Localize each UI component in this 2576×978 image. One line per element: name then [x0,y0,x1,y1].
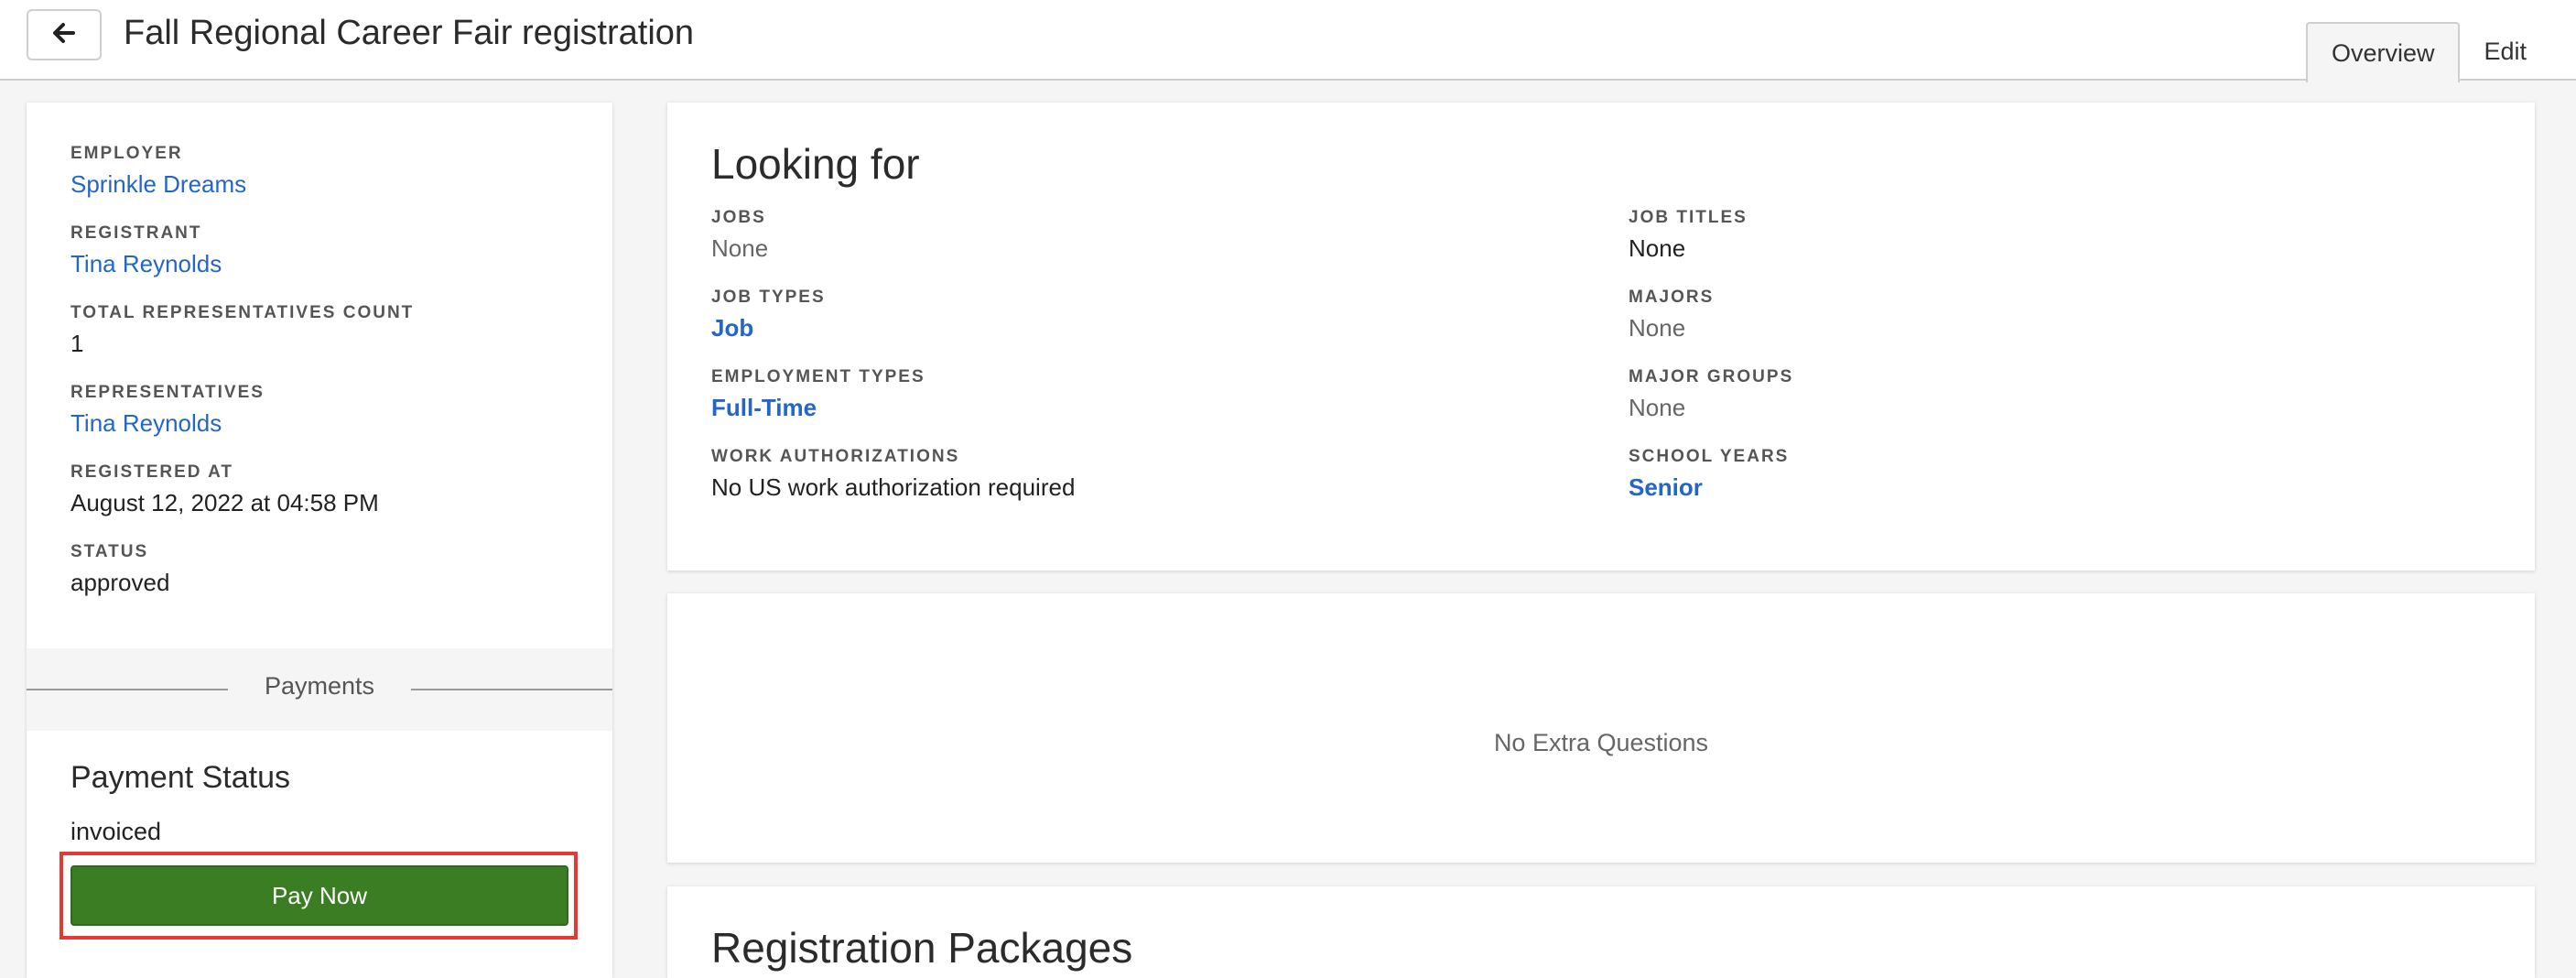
jobs-field: JOBS None [711,205,1535,285]
registrant-label: REGISTRANT [70,223,202,243]
jobs-label: JOBS [711,208,766,227]
registered-at-label: REGISTERED AT [70,462,234,482]
looking-for-card: Looking for JOBS None JOB TYPES Job EMPL… [667,103,2535,570]
job-titles-field: JOB TITLES None [1629,205,2452,285]
employer-label: EMPLOYER [70,144,183,163]
total-representatives-label: TOTAL REPRESENTATIVES COUNT [70,303,415,322]
status-label: STATUS [70,542,149,561]
major-groups-field: MAJOR GROUPS None [1629,364,2452,444]
registration-packages-card: Registration Packages [667,886,2535,978]
status-field: STATUS approved [70,539,583,619]
jobs-value: None [711,234,769,262]
majors-value: None [1629,314,1686,342]
job-titles-label: JOB TITLES [1629,208,1748,227]
representatives-label: REPRESENTATIVES [70,383,265,402]
work-authorizations-value: No US work authorization required [711,473,1076,501]
registration-packages-title: Registration Packages [711,924,1133,972]
looking-for-title: Looking for [711,140,920,188]
major-groups-value: None [1629,394,1686,421]
registered-at-field: REGISTERED AT August 12, 2022 at 04:58 P… [70,460,583,539]
employer-field: EMPLOYER Sprinkle Dreams [70,141,583,221]
major-groups-label: MAJOR GROUPS [1629,367,1794,386]
no-extra-questions-text: No Extra Questions [1493,729,1709,756]
job-types-field: JOB TYPES Job [711,285,1535,364]
tab-bar: Overview Edit [2305,0,2576,82]
employer-link[interactable]: Sprinkle Dreams [70,167,583,221]
registration-summary-card: EMPLOYER Sprinkle Dreams REGISTRANT Tina… [27,103,612,978]
pay-now-button[interactable]: Pay Now [70,865,568,926]
total-representatives-field: TOTAL REPRESENTATIVES COUNT 1 [70,300,583,380]
payments-divider-label: Payments [264,672,375,700]
job-types-label: JOB TYPES [711,288,826,307]
majors-field: MAJORS None [1629,285,2452,364]
back-button[interactable] [27,9,102,60]
payment-status-value: invoiced [70,818,162,845]
payments-divider: Payments [27,648,612,731]
arrow-left-icon [52,22,76,49]
registrant-link[interactable]: Tina Reynolds [70,246,583,300]
extra-questions-card: No Extra Questions [667,593,2535,863]
looking-for-right-column: JOB TITLES None MAJORS None MAJOR GROUPS… [1629,205,2452,524]
page-header: Fall Regional Career Fair registration O… [0,0,2576,82]
tab-edit[interactable]: Edit [2460,22,2550,81]
page-title: Fall Regional Career Fair registration [124,14,695,52]
job-titles-value: None [1629,234,1686,262]
total-representatives-value: 1 [70,330,84,357]
employment-types-field: EMPLOYMENT TYPES Full-Time [711,364,1535,444]
majors-label: MAJORS [1629,288,1715,307]
representative-link[interactable]: Tina Reynolds [70,406,583,460]
registered-at-value: August 12, 2022 at 04:58 PM [70,489,379,516]
school-years-field: SCHOOL YEARS Senior [1629,444,2452,524]
job-types-link[interactable]: Job [711,310,1535,364]
registrant-field: REGISTRANT Tina Reynolds [70,221,583,300]
registration-details: EMPLOYER Sprinkle Dreams REGISTRANT Tina… [70,141,583,619]
payment-status-title: Payment Status [70,760,291,795]
status-value: approved [70,569,170,596]
representatives-field: REPRESENTATIVES Tina Reynolds [70,380,583,460]
employment-types-label: EMPLOYMENT TYPES [711,367,925,386]
school-years-link[interactable]: Senior [1629,470,2452,524]
looking-for-left-column: JOBS None JOB TYPES Job EMPLOYMENT TYPES… [711,205,1535,524]
work-authorizations-label: WORK AUTHORIZATIONS [711,447,960,466]
school-years-label: SCHOOL YEARS [1629,447,1790,466]
tab-overview[interactable]: Overview [2305,22,2461,82]
employment-types-link[interactable]: Full-Time [711,390,1535,444]
work-authorizations-field: WORK AUTHORIZATIONS No US work authoriza… [711,444,1535,524]
